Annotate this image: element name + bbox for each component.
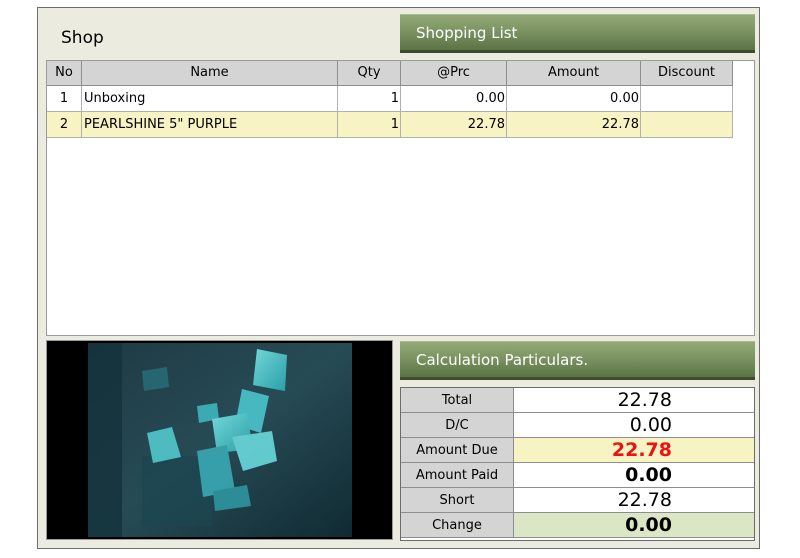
shop-title: Shop (61, 28, 104, 48)
change-label: Change (401, 513, 514, 538)
row-qty-cell: 1 (338, 86, 401, 112)
column-header-name[interactable]: Name (82, 61, 338, 86)
row-no-cell: 1 (47, 86, 82, 112)
amount-due-label: Amount Due (401, 438, 514, 463)
video-frame-image (47, 341, 392, 539)
change-row: Change 0.00 (401, 513, 754, 538)
dc-row: D/C 0.00 (401, 413, 754, 438)
total-row: Total 22.78 (401, 388, 754, 413)
shopping-list-header: Shopping List (400, 14, 755, 53)
amount-paid-field[interactable]: 0.00 (514, 463, 754, 488)
short-row: Short 22.78 (401, 488, 754, 513)
column-header-price[interactable]: @Prc (401, 61, 507, 86)
amount-paid-label: Amount Paid (401, 463, 514, 488)
column-header-qty[interactable]: Qty (338, 61, 401, 86)
column-header-discount[interactable]: Discount (641, 61, 733, 86)
row-name-cell: PEARLSHINE 5" PURPLE (82, 112, 338, 138)
row-qty-cell: 1 (338, 112, 401, 138)
dc-value: 0.00 (514, 413, 754, 438)
column-header-amount[interactable]: Amount (507, 61, 641, 86)
row-name-cell: Unboxing (82, 86, 338, 112)
video-display (46, 340, 393, 540)
dc-label: D/C (401, 413, 514, 438)
calculation-particulars-header: Calculation Particulars. (400, 341, 755, 380)
calculation-table: Total 22.78 D/C 0.00 Amount Due 22.78 Am… (400, 387, 755, 541)
row-amount-cell: 0.00 (507, 86, 641, 112)
row-discount-cell (641, 112, 733, 138)
change-value: 0.00 (514, 513, 754, 538)
amount-due-row: Amount Due 22.78 (401, 438, 754, 463)
total-label: Total (401, 388, 514, 413)
amount-due-value: 22.78 (514, 438, 754, 463)
total-value: 22.78 (514, 388, 754, 413)
short-value: 22.78 (514, 488, 754, 513)
column-header-no[interactable]: No (47, 61, 82, 86)
amount-paid-row[interactable]: Amount Paid 0.00 (401, 463, 754, 488)
row-price-cell: 22.78 (401, 112, 507, 138)
row-price-cell: 0.00 (401, 86, 507, 112)
row-no-cell: 2 (47, 112, 82, 138)
short-label: Short (401, 488, 514, 513)
shopping-list-grid[interactable]: No Name Qty @Prc Amount Discount 1 Unbox… (46, 60, 755, 336)
row-discount-cell (641, 86, 733, 112)
row-amount-cell: 22.78 (507, 112, 641, 138)
